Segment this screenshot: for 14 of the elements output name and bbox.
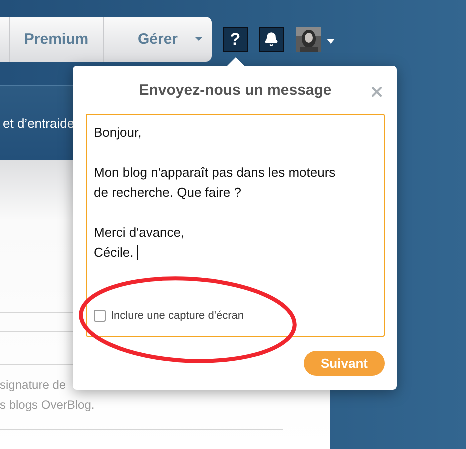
dialog-title: Envoyez-nous un message (139, 82, 332, 98)
notifications-button[interactable] (259, 27, 284, 52)
checkbox[interactable] (94, 310, 106, 322)
nav-tab[interactable]: Premium (10, 17, 104, 62)
message-field[interactable]: Bonjour, Mon blog n'apparaît pas dans les moteurs de recherche. Que faire ? Merci d'avance, Cécile. Inclure une capture d'écran (86, 114, 385, 337)
nav-tab[interactable]: Gérer (104, 17, 212, 62)
caret-icon[interactable] (327, 39, 335, 44)
help-button[interactable]: ? (223, 27, 248, 52)
checkbox-label: Inclure une capture d'écran (111, 309, 244, 324)
bell-icon (264, 32, 279, 47)
next-button[interactable]: Suivant (304, 351, 385, 376)
banner-text: et d’entraide (3, 116, 75, 130)
description-text: s blogs OverBlog. (0, 397, 96, 414)
description-text: signature de (0, 377, 68, 394)
